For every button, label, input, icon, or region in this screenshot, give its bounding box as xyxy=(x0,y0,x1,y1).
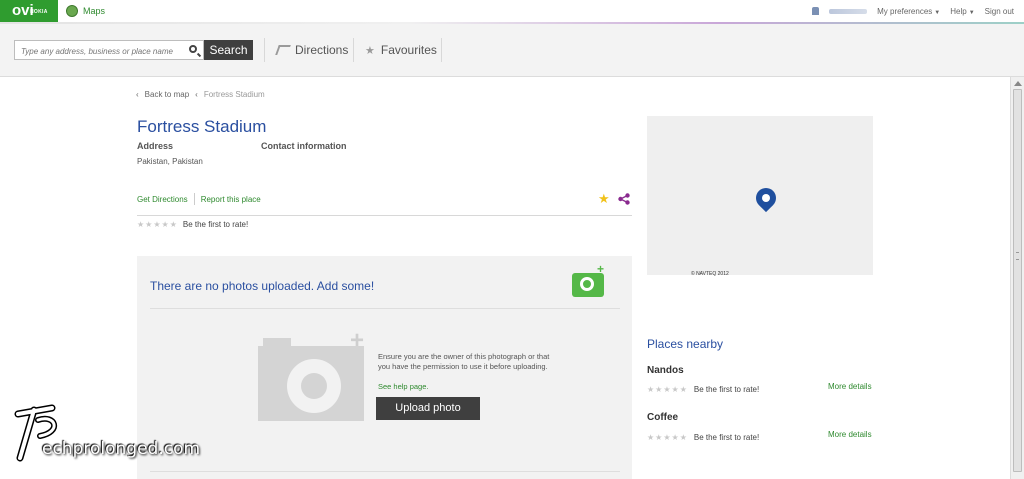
map-pin-icon[interactable] xyxy=(751,183,781,213)
maps-tab[interactable]: Maps xyxy=(58,0,113,22)
favourites-label: Favourites xyxy=(380,43,437,57)
user-name-blurred[interactable] xyxy=(829,8,868,14)
camera-lens-icon xyxy=(287,359,341,413)
search-box xyxy=(14,40,204,61)
rating-stars[interactable]: ★★★★★ xyxy=(647,385,688,394)
search-input[interactable] xyxy=(19,41,183,61)
directions-icon xyxy=(275,45,291,55)
map-copyright: © NAVTEQ 2012 xyxy=(691,271,729,277)
help-menu[interactable]: Help ▼ xyxy=(950,7,974,16)
help-label: Help xyxy=(950,6,967,16)
nearby-place-rating: ★★★★★ Be the first to rate! xyxy=(647,433,759,442)
place-title: Fortress Stadium xyxy=(137,117,267,136)
get-directions-link[interactable]: Get Directions xyxy=(137,195,188,204)
help-page-link[interactable]: See help page. xyxy=(378,382,428,391)
upload-notice: Ensure you are the owner of this photogr… xyxy=(378,352,550,371)
star-icon: ★ xyxy=(365,44,375,57)
map-preview[interactable]: © NAVTEQ 2012 xyxy=(647,116,873,277)
place-actions: Get Directions Report this place xyxy=(137,193,261,205)
search-button[interactable]: Search xyxy=(204,40,253,60)
ovi-logo[interactable]: ovi NOKIA xyxy=(0,0,58,22)
no-photos-title: There are no photos uploaded. Add some! xyxy=(150,279,375,293)
watermark: echprolonged.com xyxy=(10,402,200,472)
favourites-button[interactable]: ★ Favourites xyxy=(365,40,437,60)
places-nearby-title: Places nearby xyxy=(647,337,724,351)
scrollbar-grip-icon xyxy=(1016,252,1019,260)
favourite-star-icon[interactable]: ★ xyxy=(598,191,610,207)
add-photo-camera-icon[interactable] xyxy=(572,273,604,297)
user-icon xyxy=(812,7,820,15)
search-icon[interactable] xyxy=(189,45,197,53)
scrollbar-thumb[interactable] xyxy=(1013,89,1022,472)
back-to-map-link[interactable]: Back to map xyxy=(145,90,189,99)
contact-label: Contact information xyxy=(261,141,347,151)
account-menu: My preferences ▼ Help ▼ Sign out xyxy=(812,0,1014,22)
caret-down-icon: ▼ xyxy=(968,9,975,16)
breadcrumb-current: Fortress Stadium xyxy=(203,90,265,99)
section-divider xyxy=(137,215,632,216)
toolbar-divider xyxy=(441,38,442,62)
watermark-text: echprolonged.com xyxy=(42,439,201,459)
nearby-place-name[interactable]: Nandos xyxy=(647,365,684,376)
rating-stars[interactable]: ★★★★★ xyxy=(647,433,688,442)
maps-tab-label: Maps xyxy=(83,6,106,16)
toolbar-divider xyxy=(353,38,354,62)
nearby-place-name[interactable]: Coffee xyxy=(647,412,678,423)
directions-button[interactable]: Directions xyxy=(275,40,349,60)
chevron-left-icon: ‹ xyxy=(136,90,139,99)
breadcrumb: ‹ Back to map ‹ Fortress Stadium xyxy=(136,90,265,99)
report-place-link[interactable]: Report this place xyxy=(201,195,261,204)
place-rating: ★★★★★ Be the first to rate! xyxy=(137,220,248,229)
rating-text: Be the first to rate! xyxy=(693,385,760,394)
my-preferences-label: My preferences xyxy=(877,6,933,16)
panel-divider xyxy=(150,471,620,472)
my-preferences-menu[interactable]: My preferences ▼ xyxy=(877,7,940,16)
panel-divider xyxy=(150,308,620,309)
chevron-left-icon: ‹ xyxy=(195,90,198,99)
sign-out-link[interactable]: Sign out xyxy=(985,7,1014,16)
address-value: Pakistan, Pakistan xyxy=(137,157,203,166)
nokia-sub-logo: NOKIA xyxy=(30,9,48,15)
plus-icon: + xyxy=(597,262,605,276)
share-icon[interactable] xyxy=(618,193,630,205)
caret-down-icon: ▼ xyxy=(934,9,941,16)
more-details-link[interactable]: More details xyxy=(828,430,872,439)
rating-stars[interactable]: ★★★★★ xyxy=(137,220,178,229)
vertical-scrollbar[interactable] xyxy=(1010,77,1024,479)
more-details-link[interactable]: More details xyxy=(828,382,872,391)
maps-globe-icon xyxy=(66,5,78,17)
rating-text: Be the first to rate! xyxy=(693,433,760,442)
nearby-place-rating: ★★★★★ Be the first to rate! xyxy=(647,385,759,394)
rating-text: Be the first to rate! xyxy=(182,220,249,229)
plus-icon: + xyxy=(350,327,365,354)
action-divider xyxy=(193,193,195,205)
toolbar-divider xyxy=(264,38,265,62)
scroll-up-arrow-icon[interactable] xyxy=(1014,81,1022,86)
photos-panel: There are no photos uploaded. Add some! … xyxy=(137,256,632,479)
upload-photo-button[interactable]: Upload photo xyxy=(376,397,480,420)
directions-label: Directions xyxy=(295,43,349,57)
address-label: Address xyxy=(137,141,174,151)
